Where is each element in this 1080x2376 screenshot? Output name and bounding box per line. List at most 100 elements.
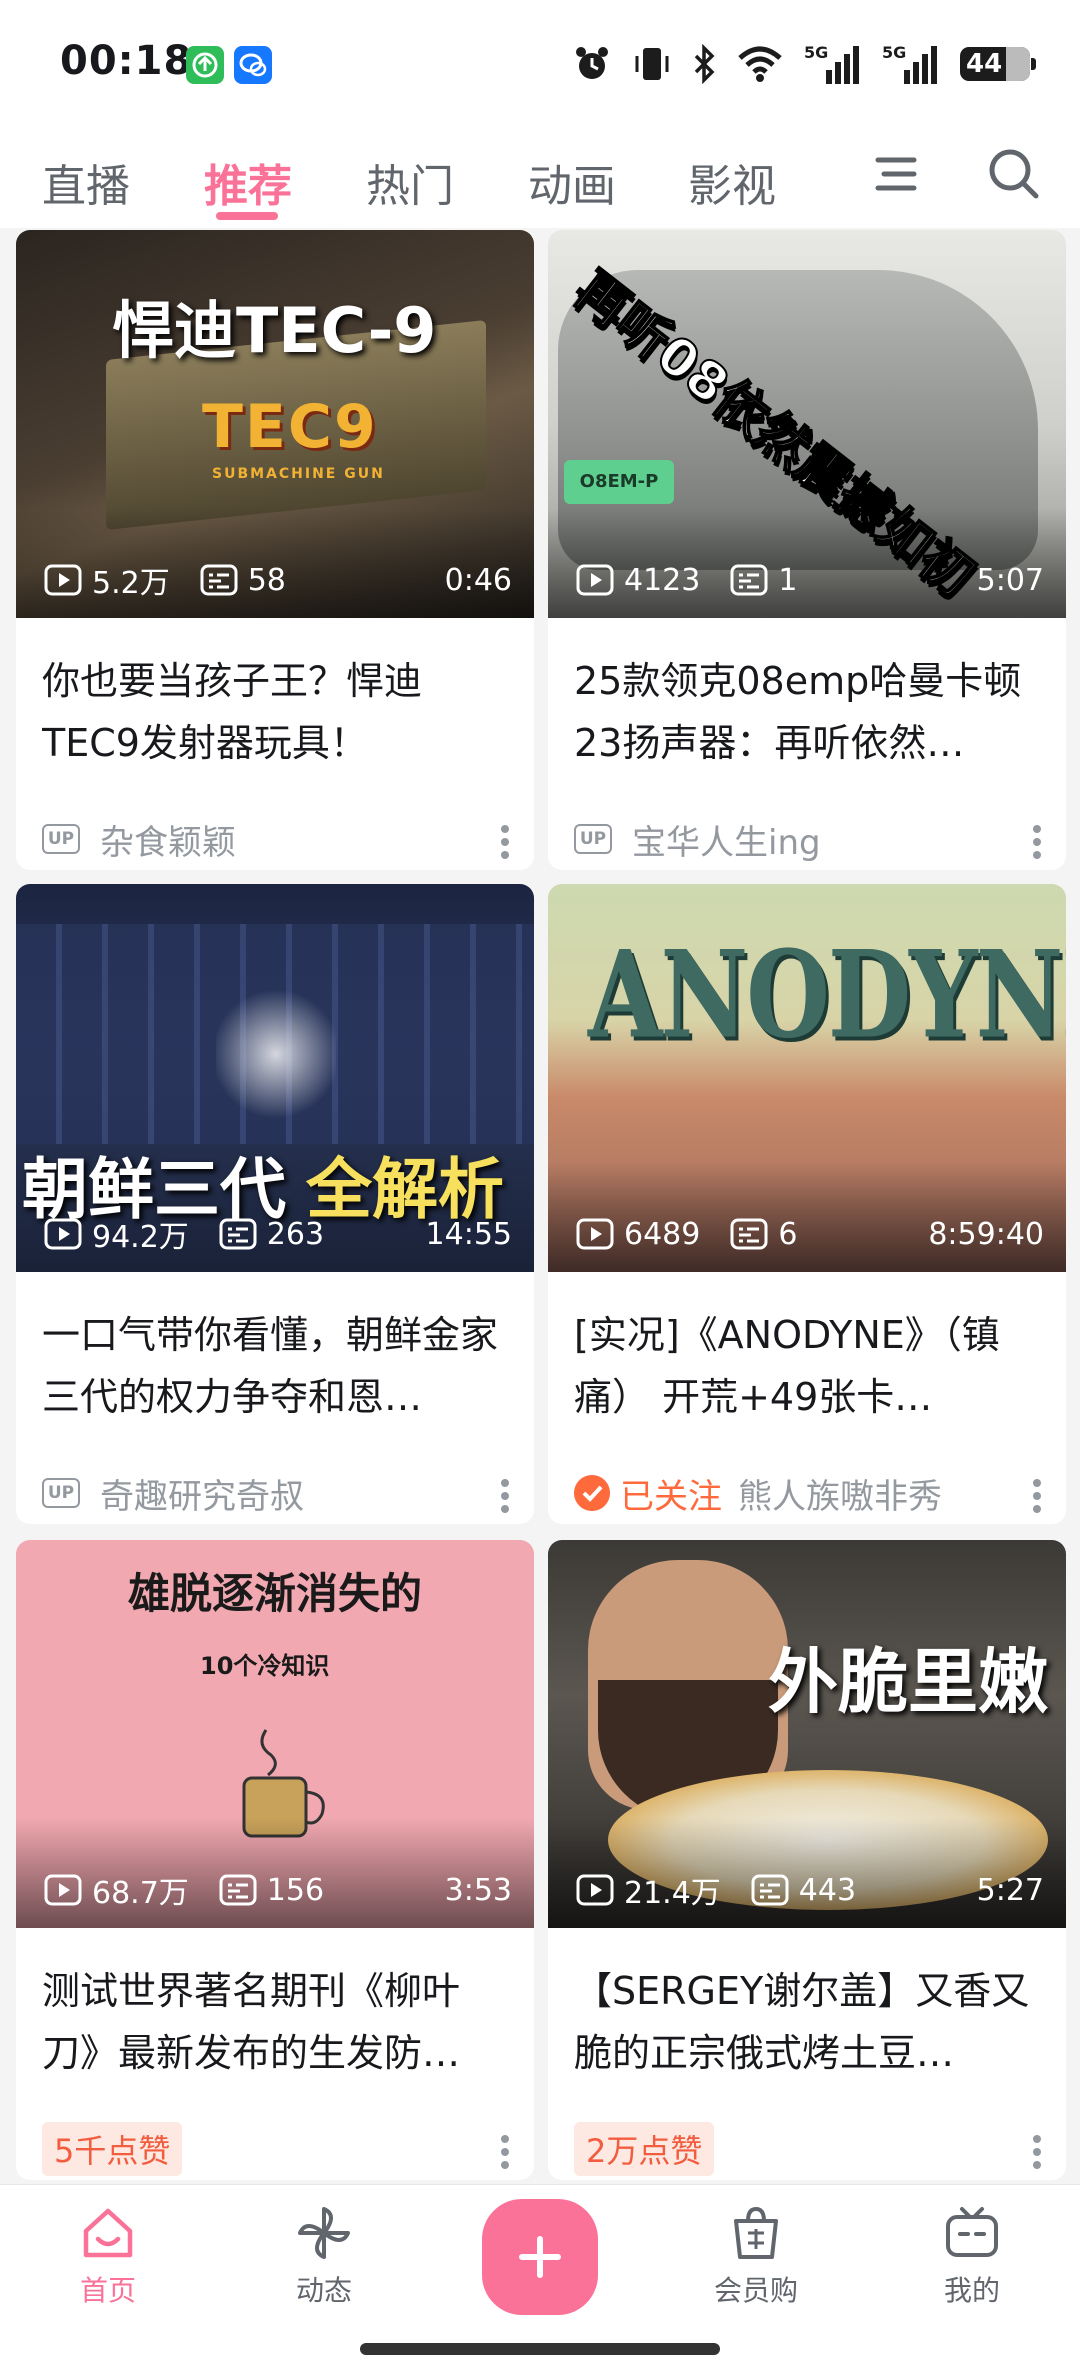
lit-portraits — [216, 984, 336, 1124]
danmaku-count: 263 — [266, 1216, 325, 1252]
svg-text:5G: 5G — [804, 43, 828, 62]
nav-home-label: 首页 — [79, 2274, 136, 2307]
author-name: 杂食颖颖 — [100, 822, 236, 863]
play-count: 5.2万 — [92, 566, 170, 601]
author-name: 宝华人生ing — [632, 822, 821, 863]
video-title[interactable]: 你也要当孩子王？悍迪TEC9发射器玩具！ — [42, 650, 508, 774]
author-name: 熊人族嗷非秀 — [738, 1476, 942, 1517]
video-title[interactable]: [实况]《ANODYNE》（镇痛） 开荒+49张卡… — [574, 1304, 1040, 1428]
danmaku-count: 58 — [247, 562, 286, 598]
tab-hot[interactable]: 热门 — [366, 150, 454, 214]
play-count-icon — [44, 1218, 82, 1250]
video-author[interactable]: UP 奇趣研究奇叔 — [42, 1470, 304, 1517]
followed-text: 已关注 — [620, 1476, 722, 1517]
pinwheel-icon — [298, 2207, 350, 2259]
plus-icon — [519, 2236, 561, 2278]
license-plate: O8EM-P — [564, 460, 674, 504]
status-bar: 00:18 5G 5G 44 — [0, 0, 1080, 120]
svg-text:5G: 5G — [882, 43, 906, 62]
nav-dynamic[interactable]: 动态 — [254, 2203, 394, 2309]
play-count: 21.4万 — [624, 1876, 721, 1911]
nav-profile[interactable]: 我的 — [902, 2203, 1042, 2309]
video-thumbnail[interactable]: 悍迪TEC-9 TEC9 SUBMACHINE GUN 5.2万 58 0:46 — [16, 230, 534, 618]
up-badge: UP — [42, 1478, 80, 1508]
video-author[interactable]: 已关注 熊人族嗷非秀 — [574, 1470, 942, 1517]
more-options-icon[interactable] — [1032, 824, 1042, 860]
more-options-icon[interactable] — [1032, 2134, 1042, 2170]
status-icons: 5G 5G 44 — [572, 40, 1036, 88]
video-thumbnail[interactable]: 雄脱逐渐消失的 10个冷知识 68.7万 156 3:53 — [16, 1540, 534, 1928]
video-duration: 3:53 — [444, 1872, 512, 1908]
nav-home[interactable]: 首页 — [38, 2203, 178, 2309]
video-likes: 2万点赞 — [574, 2122, 715, 2176]
play-count-icon — [44, 564, 82, 596]
video-card[interactable]: 外脆里嫩 21.4万 443 5:27 【SERGEY谢尔盖】又香又脆的正宗俄式… — [548, 1540, 1066, 2180]
home-icon — [83, 2208, 133, 2258]
nav-vip-shop[interactable]: 会员购 — [686, 2203, 826, 2309]
likes-badge: 5千点赞 — [42, 2122, 183, 2176]
video-title[interactable]: 【SERGEY谢尔盖】又香又脆的正宗俄式烤土豆… — [574, 1960, 1040, 2084]
video-card[interactable]: 雄脱逐渐消失的 10个冷知识 68.7万 156 3:53 测试世界著名期刊《柳… — [16, 1540, 534, 2180]
up-badge: UP — [574, 824, 612, 854]
home-indicator[interactable] — [360, 2343, 720, 2355]
shopping-bag-icon — [734, 2206, 778, 2259]
tab-recommend[interactable]: 推荐 — [204, 150, 292, 214]
status-time: 00:18 — [60, 38, 193, 84]
video-stats: 5.2万 58 0:46 — [44, 560, 512, 601]
danmaku-icon — [219, 1218, 257, 1250]
play-count-icon — [576, 1874, 614, 1906]
video-author[interactable]: UP 杂食颖颖 — [42, 816, 236, 863]
tab-anime[interactable]: 动画 — [528, 150, 616, 214]
battery-icon: 44 — [960, 47, 1036, 81]
video-title[interactable]: 25款领克08emp哈曼卡顿23扬声器：再听依然… — [574, 650, 1040, 774]
search-icon[interactable] — [984, 144, 1044, 204]
video-author[interactable]: UP 宝华人生ing — [574, 816, 821, 863]
app-screen: 00:18 5G 5G 44 直播 推荐 热门 动画 影视 悍迪TEC-9 TE… — [0, 0, 1080, 2376]
more-options-icon[interactable] — [500, 2134, 510, 2170]
video-duration: 0:46 — [444, 562, 512, 598]
video-thumbnail[interactable]: ANODYNE 6489 6 8:59:40 — [548, 884, 1066, 1272]
danmaku-count: 443 — [798, 1872, 857, 1908]
danmaku-count: 6 — [778, 1216, 798, 1252]
video-title[interactable]: 测试世界著名期刊《柳叶刀》最新发布的生发防… — [42, 1960, 508, 2084]
more-options-icon[interactable] — [1032, 1478, 1042, 1514]
nav-profile-label: 我的 — [943, 2274, 1000, 2307]
play-count-icon — [576, 1218, 614, 1250]
thumbnail-subcaption: 10个冷知识 — [200, 1652, 330, 1680]
signal-5g-icon-2: 5G — [882, 43, 937, 84]
channel-menu-icon[interactable] — [866, 144, 926, 204]
danmaku-count: 1 — [778, 562, 798, 598]
video-stats: 21.4万 443 5:27 — [576, 1870, 1044, 1911]
vibrate-icon — [635, 48, 669, 80]
likes-badge: 2万点赞 — [574, 2122, 715, 2176]
video-duration: 14:55 — [425, 1216, 512, 1252]
play-count-icon — [44, 1874, 82, 1906]
thumbnail-caption: 悍迪TEC-9 — [112, 294, 437, 367]
video-thumbnail[interactable]: O8EM-P 再听08依然震撼如初 4123 1 5:07 — [548, 230, 1066, 618]
bluetooth-icon — [694, 44, 715, 84]
video-card[interactable]: 朝鲜三代 全解析 94.2万 263 14:55 一口气带你看懂，朝鲜金家三代的… — [16, 884, 534, 1524]
notification-app-icon — [186, 46, 224, 84]
followed-check-icon — [574, 1475, 610, 1511]
battery-level: 44 — [966, 49, 1003, 79]
thumbnail-caption: 外脆里嫩 — [768, 1641, 1048, 1723]
video-stats: 6489 6 8:59:40 — [576, 1214, 1044, 1254]
tab-live[interactable]: 直播 — [42, 150, 130, 214]
video-card[interactable]: ANODYNE 6489 6 8:59:40 [实况]《ANODYNE》（镇痛）… — [548, 884, 1066, 1524]
video-thumbnail[interactable]: 外脆里嫩 21.4万 443 5:27 — [548, 1540, 1066, 1928]
more-options-icon[interactable] — [500, 1478, 510, 1514]
play-count: 94.2万 — [92, 1220, 189, 1255]
video-title[interactable]: 一口气带你看懂，朝鲜金家三代的权力争夺和恩… — [42, 1304, 508, 1428]
publish-button[interactable] — [482, 2199, 598, 2315]
wifi-icon — [738, 46, 782, 82]
video-thumbnail[interactable]: 朝鲜三代 全解析 94.2万 263 14:55 — [16, 884, 534, 1272]
video-feed: 悍迪TEC-9 TEC9 SUBMACHINE GUN 5.2万 58 0:46… — [0, 228, 1080, 2184]
bottom-navigation: 首页 动态 会员购 我的 — [0, 2184, 1080, 2376]
video-card[interactable]: 悍迪TEC-9 TEC9 SUBMACHINE GUN 5.2万 58 0:46… — [16, 230, 534, 870]
tab-movies[interactable]: 影视 — [688, 150, 776, 214]
wechat-notification-icon — [234, 46, 272, 84]
more-options-icon[interactable] — [500, 824, 510, 860]
video-card[interactable]: O8EM-P 再听08依然震撼如初 4123 1 5:07 25款领克08emp… — [548, 230, 1066, 870]
nav-vip-shop-label: 会员购 — [713, 2274, 798, 2307]
danmaku-icon — [751, 1874, 789, 1906]
